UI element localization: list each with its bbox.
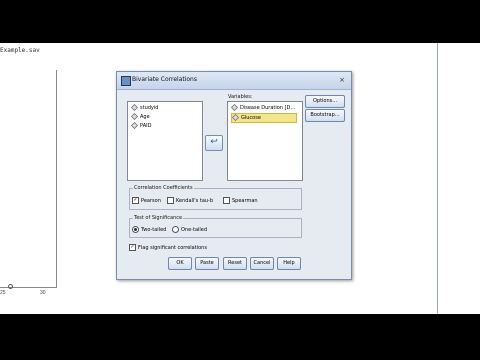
list-item[interactable]: studyid bbox=[131, 104, 158, 112]
title-bar[interactable]: Bivariate Correlations × bbox=[117, 72, 351, 90]
radio-selected-icon bbox=[132, 226, 139, 233]
options-button[interactable]: Options... bbox=[305, 95, 345, 108]
scatter-plot-fragment bbox=[0, 70, 57, 289]
variables-label: Variables: bbox=[228, 94, 253, 100]
ruler-icon bbox=[131, 122, 138, 129]
group-title: Correlation Coefficients bbox=[133, 185, 194, 191]
source-variable-list[interactable]: studyid Age PAID bbox=[127, 101, 203, 181]
dialog-title: Bivariate Correlations bbox=[132, 76, 197, 83]
ruler-icon bbox=[231, 104, 238, 111]
bootstrap-button[interactable]: Bootstrap... bbox=[305, 109, 345, 122]
ok-button[interactable]: OK bbox=[168, 257, 192, 270]
bivariate-correlations-dialog: Bivariate Correlations × studyid Age PAI… bbox=[116, 71, 352, 280]
target-variable-list[interactable]: Disease Duration [D... Glucose bbox=[227, 101, 303, 181]
correlation-coefficients-group: Correlation Coefficients ✓ Pearson Kendal… bbox=[129, 185, 302, 210]
group-title: Test of Significance bbox=[133, 215, 184, 221]
x-tick-label: 25 bbox=[0, 290, 6, 296]
list-item[interactable]: PAID bbox=[131, 122, 151, 130]
cancel-button[interactable]: Cancel bbox=[250, 257, 274, 270]
radio-icon bbox=[172, 226, 179, 233]
reset-button[interactable]: Reset bbox=[223, 257, 247, 270]
close-icon[interactable]: × bbox=[337, 75, 347, 85]
list-item-selected[interactable]: Glucose bbox=[231, 113, 297, 123]
pearson-checkbox[interactable]: ✓ Pearson bbox=[132, 197, 161, 204]
test-of-significance-group: Test of Significance Two-tailed One-tail… bbox=[129, 215, 302, 238]
data-file-name: Example.sav bbox=[0, 47, 40, 54]
list-item[interactable]: Age bbox=[131, 113, 150, 121]
two-tailed-radio[interactable]: Two-tailed bbox=[132, 226, 166, 233]
window-edge bbox=[437, 43, 438, 314]
help-button[interactable]: Help bbox=[277, 257, 301, 270]
flag-significant-checkbox[interactable]: ✓ Flag significant correlations bbox=[129, 244, 207, 251]
ruler-icon bbox=[131, 104, 138, 111]
letterbox-top bbox=[0, 0, 480, 43]
kendall-checkbox[interactable]: Kendall's tau-b bbox=[167, 197, 213, 204]
checkbox-checked-icon: ✓ bbox=[132, 197, 139, 204]
list-item[interactable]: Disease Duration [D... bbox=[231, 104, 295, 112]
app-icon bbox=[121, 76, 131, 86]
checkbox-icon bbox=[167, 197, 174, 204]
ruler-icon bbox=[232, 114, 239, 121]
checkbox-checked-icon: ✓ bbox=[129, 244, 136, 251]
letterbox-bottom bbox=[0, 314, 480, 360]
x-tick-label: 30 bbox=[40, 290, 46, 296]
one-tailed-radio[interactable]: One-tailed bbox=[172, 226, 207, 233]
paste-button[interactable]: Paste bbox=[195, 257, 219, 270]
scatter-point bbox=[8, 284, 13, 289]
move-variable-button[interactable]: ↩ bbox=[205, 135, 223, 151]
ruler-icon bbox=[131, 113, 138, 120]
checkbox-icon bbox=[223, 197, 230, 204]
spearman-checkbox[interactable]: Spearman bbox=[223, 197, 258, 204]
screen: Example.sav 25 30 Bivariate Correlations… bbox=[0, 0, 480, 360]
